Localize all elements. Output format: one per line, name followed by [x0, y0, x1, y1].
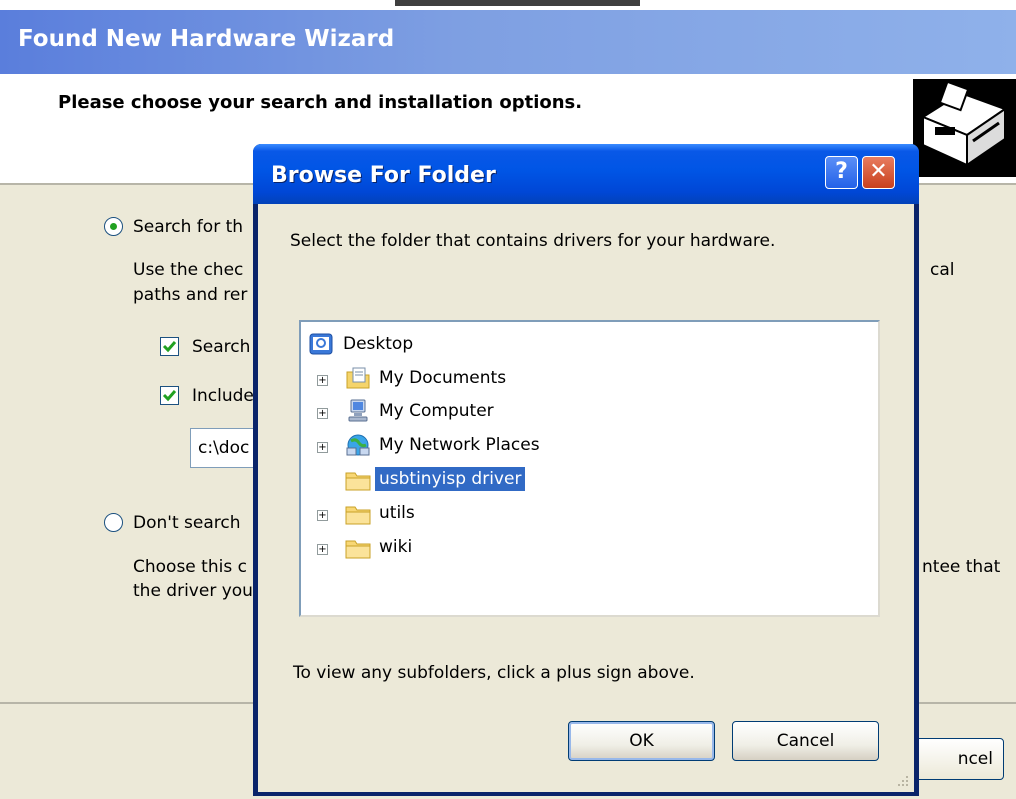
desktop-icon	[309, 333, 333, 355]
browse-hint: To view any subfolders, click a plus sig…	[293, 663, 695, 683]
tree-item-label: My Computer	[379, 401, 494, 421]
network-places-icon	[346, 434, 370, 456]
wizard-heading: Please choose your search and installati…	[58, 92, 583, 113]
browse-title: Browse For Folder	[271, 163, 496, 188]
expand-icon[interactable]: +	[317, 510, 328, 521]
tree-item-label: My Documents	[379, 368, 507, 388]
my-computer-icon	[348, 399, 368, 422]
browse-instruction: Select the folder that contains drivers …	[290, 231, 776, 251]
search-radio-label: Search for th	[133, 217, 244, 237]
expand-icon[interactable]: +	[317, 544, 328, 555]
search-removable-label: Search	[192, 337, 251, 357]
folder-icon	[345, 472, 371, 491]
dont-search-description: Choose this c	[133, 557, 247, 577]
folder-tree[interactable]: Desktop + My Documents + My Computer + M…	[299, 320, 880, 617]
dont-search-description-right: ntee that	[922, 557, 1001, 577]
my-documents-icon	[346, 367, 370, 389]
hardware-icon	[913, 79, 1016, 177]
search-removable-checkbox[interactable]	[160, 337, 179, 356]
dont-search-radio-label: Don't search	[133, 513, 241, 533]
dont-search-radio[interactable]	[104, 513, 123, 532]
tree-item-label: utils	[379, 503, 415, 523]
cancel-button[interactable]: Cancel	[732, 721, 879, 761]
include-location-label: Include	[192, 386, 254, 406]
ok-button[interactable]: OK	[568, 721, 715, 761]
tree-item-label: Desktop	[343, 334, 414, 354]
resize-grip-icon[interactable]	[894, 772, 910, 788]
folder-icon	[345, 506, 371, 525]
tree-item-label: wiki	[379, 537, 413, 557]
tree-item-label: usbtinyisp driver	[375, 467, 526, 491]
search-description: Use the chec	[133, 260, 244, 280]
help-button[interactable]: ?	[825, 156, 858, 189]
tree-item-label: My Network Places	[379, 435, 540, 455]
close-button[interactable]: ✕	[862, 156, 895, 189]
search-description-right: cal	[930, 260, 955, 280]
folder-icon	[345, 540, 371, 559]
expand-icon[interactable]: +	[317, 442, 328, 453]
browse-for-folder-dialog: Browse For Folder ? ✕ Select the folder …	[253, 144, 919, 796]
search-radio[interactable]	[104, 217, 123, 236]
search-description-line2: paths and rer	[133, 285, 248, 305]
dont-search-description-line2: the driver you	[133, 581, 253, 601]
location-path-value: c:\doc	[198, 438, 250, 458]
browse-body: Select the folder that contains drivers …	[258, 204, 914, 792]
wizard-title: Found New Hardware Wizard	[18, 26, 395, 52]
include-location-checkbox[interactable]	[160, 386, 179, 405]
expand-icon[interactable]: +	[317, 375, 328, 386]
browse-titlebar[interactable]: Browse For Folder ? ✕	[253, 144, 919, 204]
window-top-edge	[0, 0, 1016, 10]
wizard-titlebar[interactable]: Found New Hardware Wizard	[0, 10, 1016, 74]
wizard-cancel-label: ncel	[957, 749, 993, 769]
expand-icon[interactable]: +	[317, 408, 328, 419]
